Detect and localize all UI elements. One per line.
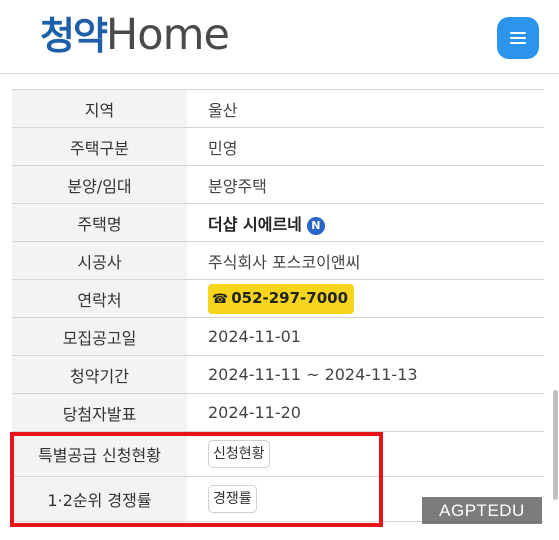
row-label-constructor: 시공사 xyxy=(12,241,187,280)
menu-button[interactable] xyxy=(497,17,539,59)
row-label-winner-announcement: 당첨자발표 xyxy=(12,393,187,432)
row-value-housing-type: 민영 xyxy=(187,127,544,166)
competition-rate-button[interactable]: 경쟁률 xyxy=(208,485,257,513)
hamburger-icon xyxy=(510,31,526,45)
table-row: 분양/임대 분양주택 xyxy=(12,165,544,204)
phone-icon: ☎ xyxy=(212,291,229,307)
row-label-sale-rent: 분양/임대 xyxy=(12,165,187,204)
new-badge: N xyxy=(306,216,325,235)
table-row: 당첨자발표 2024-11-20 xyxy=(12,393,544,432)
row-label-house-name: 주택명 xyxy=(12,203,187,242)
table-row: 청약기간 2024-11-11 ~ 2024-11-13 xyxy=(12,355,544,394)
row-label-subscription-period: 청약기간 xyxy=(12,355,187,394)
row-label-notice-date: 모집공고일 xyxy=(12,317,187,356)
row-value-subscription-period: 2024-11-11 ~ 2024-11-13 xyxy=(187,355,544,394)
row-value-winner-announcement: 2024-11-20 xyxy=(187,393,544,432)
table-row: 연락처 ☎ 052-297-7000 xyxy=(12,279,544,318)
logo-english: Home xyxy=(105,10,230,60)
row-value-sale-rent: 분양주택 xyxy=(187,165,544,204)
table-row: 특별공급 신청현황 신청현황 xyxy=(12,431,544,477)
row-label-housing-type: 주택구분 xyxy=(12,127,187,166)
row-label-special-supply: 특별공급 신청현황 xyxy=(12,431,187,477)
table-row: 지역 울산 xyxy=(12,89,544,128)
table-row: 주택명 더샵 시에르네 N xyxy=(12,203,544,242)
application-status-button[interactable]: 신청현황 xyxy=(208,440,270,468)
header: 청약 Home xyxy=(0,0,559,74)
row-label-contact: 연락처 xyxy=(12,279,187,318)
site-logo[interactable]: 청약 Home xyxy=(40,10,230,60)
scrollbar-thumb[interactable] xyxy=(553,390,558,500)
phone-number: 052-297-7000 xyxy=(231,288,349,307)
row-value-contact: ☎ 052-297-7000 xyxy=(187,279,544,318)
row-value-notice-date: 2024-11-01 xyxy=(187,317,544,356)
housing-info-table: 지역 울산 주택구분 민영 분양/임대 분양주택 주택명 더샵 시에르네 N 시공… xyxy=(12,89,544,522)
row-value-region: 울산 xyxy=(187,89,544,128)
table-row: 시공사 주식회사 포스코이앤씨 xyxy=(12,241,544,280)
watermark: AGPTEDU xyxy=(422,497,542,524)
row-label-competition-rate: 1·2순위 경쟁률 xyxy=(12,476,187,522)
table-row: 주택구분 민영 xyxy=(12,127,544,166)
house-name: 더샵 시에르네 xyxy=(208,214,302,234)
row-value-special-supply: 신청현황 xyxy=(187,431,544,477)
phone-link[interactable]: ☎ 052-297-7000 xyxy=(208,283,355,314)
table-row: 모집공고일 2024-11-01 xyxy=(12,317,544,356)
row-label-region: 지역 xyxy=(12,89,187,128)
row-value-constructor: 주식회사 포스코이앤씨 xyxy=(187,241,544,280)
page: 청약 Home 지역 울산 주택구분 민영 분양/임대 분양주택 주택명 더샵 … xyxy=(0,0,559,540)
row-value-house-name: 더샵 시에르네 N xyxy=(187,203,544,242)
logo-korean: 청약 xyxy=(40,14,108,58)
